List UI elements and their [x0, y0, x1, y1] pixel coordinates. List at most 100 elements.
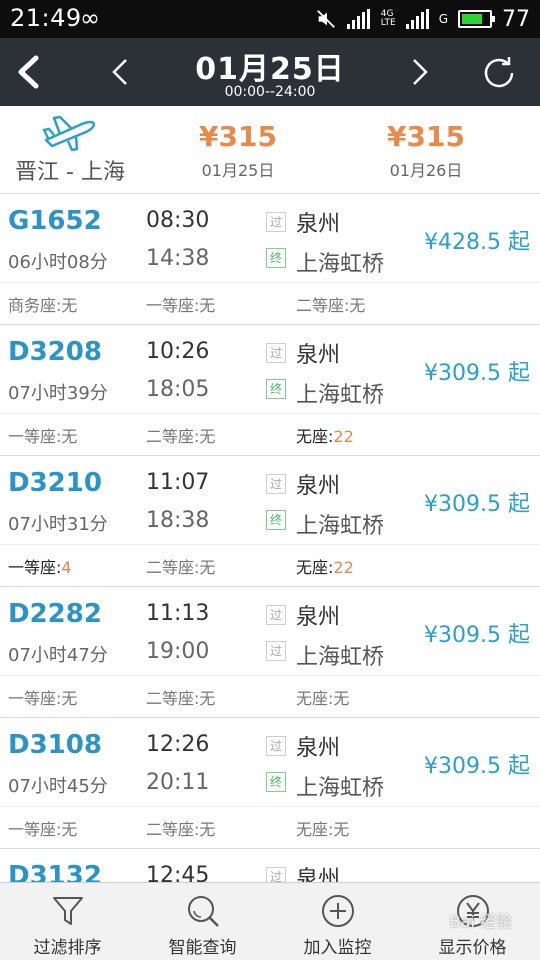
from-station: 泉州	[296, 867, 341, 882]
terminal-badge: 终	[266, 248, 286, 268]
from-station: 泉州	[296, 605, 341, 630]
flight-price: ¥315	[387, 120, 465, 153]
train-duration: 07小时31分	[8, 514, 108, 535]
flight-date: 01月26日	[389, 161, 463, 180]
to-station: 上海虹桥	[296, 383, 385, 408]
train-number: D3132	[8, 861, 102, 882]
flight-price-day2[interactable]: ¥315 01月26日	[346, 120, 506, 181]
to-station: 上海虹桥	[296, 776, 385, 801]
filter-sort-label: 过滤排序	[33, 938, 102, 958]
divider	[0, 413, 540, 414]
battery-icon	[458, 10, 495, 28]
pass-badge: 过	[266, 867, 286, 882]
divider	[0, 544, 540, 545]
train-number: G1652	[8, 206, 102, 236]
train-number: D3108	[8, 730, 102, 760]
depart-time: 11:13	[146, 601, 210, 626]
pass-badge: 过	[266, 343, 286, 363]
train-row[interactable]: D3108 07小时45分 12:26 20:11 过 终 泉州 上海虹桥 ¥3…	[0, 718, 540, 849]
add-monitor-button[interactable]: 加入监控	[270, 883, 405, 960]
seat-info: 二等座:无	[146, 820, 216, 839]
smart-query-button[interactable]: 智能查询	[135, 883, 270, 960]
ticket-price: ¥309.5 起	[424, 754, 530, 779]
ticket-price: ¥309.5 起	[424, 361, 530, 386]
watermark: Bai 经验	[449, 912, 512, 931]
route-summary: 晋江 - 上海 ¥315 01月25日 ¥315 01月26日	[0, 106, 540, 194]
next-day-button[interactable]	[400, 50, 440, 94]
smart-query-label: 智能查询	[168, 938, 237, 958]
train-list[interactable]: G1652 06小时08分 08:30 14:38 过 终 泉州 上海虹桥 ¥4…	[0, 194, 540, 882]
train-duration: 07小时47分	[8, 645, 108, 666]
seat-info: 二等座:无	[146, 558, 216, 577]
ticket-price: ¥309.5 起	[424, 623, 530, 648]
time-range: 00:00--24:00	[224, 84, 316, 100]
seat-info: 二等座:无	[296, 296, 366, 315]
chevron-right-icon	[413, 59, 428, 85]
chevron-left-icon	[112, 59, 127, 85]
back-arrow-icon	[18, 55, 39, 89]
train-duration: 06小时08分	[8, 252, 108, 273]
arrive-time: 19:00	[146, 639, 210, 664]
from-station: 泉州	[296, 474, 341, 499]
depart-time: 12:26	[146, 732, 210, 757]
terminal-badge: 终	[266, 772, 286, 792]
depart-time: 10:26	[146, 339, 210, 364]
infinity-icon: ∞	[80, 4, 100, 32]
arrive-time: 18:05	[146, 377, 210, 402]
nav-header: 01月25日 00:00--24:00	[0, 38, 540, 106]
arrive-time: 14:38	[146, 246, 210, 271]
flight-date: 01月25日	[201, 161, 275, 180]
seat-info: 一等座:无	[8, 689, 78, 708]
show-price-label: 显示价格	[438, 938, 507, 958]
ticket-price: ¥309.5 起	[424, 492, 530, 517]
train-number: D2282	[8, 599, 102, 629]
to-station: 上海虹桥	[296, 252, 385, 277]
train-row[interactable]: D3210 07小时31分 11:07 18:38 过 终 泉州 上海虹桥 ¥3…	[0, 456, 540, 587]
refresh-button[interactable]	[476, 50, 522, 96]
pass-badge: 过	[266, 605, 286, 625]
train-row[interactable]: D2282 07小时47分 11:13 19:00 过 过 泉州 上海虹桥 ¥3…	[0, 587, 540, 718]
seat-info: 无座:22	[296, 427, 354, 446]
seat-info: 商务座:无	[8, 296, 78, 315]
add-circle-icon	[321, 895, 354, 927]
seat-info: 一等座:无	[146, 296, 216, 315]
page-title: 01月25日	[195, 52, 345, 87]
back-button[interactable]	[8, 50, 48, 94]
pass-badge: 过	[266, 736, 286, 756]
filter-sort-button[interactable]: 过滤排序	[0, 883, 135, 960]
depart-time: 08:30	[146, 208, 210, 233]
signal-icon-2	[405, 9, 429, 29]
train-row[interactable]: G1652 06小时08分 08:30 14:38 过 终 泉州 上海虹桥 ¥4…	[0, 194, 540, 325]
flight-price: ¥315	[199, 120, 277, 153]
prev-day-button[interactable]	[100, 50, 140, 94]
terminal-badge: 过	[266, 641, 286, 661]
ticket-price: ¥428.5 起	[424, 230, 530, 255]
search-icon	[187, 896, 219, 927]
seat-info: 一等座:无	[8, 820, 78, 839]
to-station: 上海虹桥	[296, 514, 385, 539]
train-row[interactable]: D3208 07小时39分 10:26 18:05 过 终 泉州 上海虹桥 ¥3…	[0, 325, 540, 456]
seat-info: 一等座:4	[8, 558, 72, 577]
seat-info: 无座:22	[296, 558, 354, 577]
signal-icon	[346, 9, 370, 29]
seat-info: 二等座:无	[146, 427, 216, 446]
seat-info: 无座:无	[296, 820, 350, 839]
train-duration: 07小时39分	[8, 383, 108, 404]
arrive-time: 18:38	[146, 508, 210, 533]
divider	[0, 675, 540, 676]
train-number: D3210	[8, 468, 102, 498]
add-monitor-label: 加入监控	[303, 938, 372, 958]
terminal-badge: 终	[266, 510, 286, 530]
status-icons: 4G LTE G 77	[315, 6, 530, 32]
train-row[interactable]: D3132 12:45 过 泉州	[0, 849, 540, 882]
arrive-time: 20:11	[146, 770, 210, 795]
from-station: 泉州	[296, 343, 341, 368]
flight-price-day1[interactable]: ¥315 01月25日	[158, 120, 318, 181]
divider	[0, 806, 540, 807]
from-station: 泉州	[296, 212, 341, 237]
terminal-badge: 终	[266, 379, 286, 399]
train-duration: 07小时45分	[8, 776, 108, 797]
airplane-icon	[42, 115, 96, 152]
seat-info: 无座:无	[296, 689, 350, 708]
divider	[0, 282, 540, 283]
